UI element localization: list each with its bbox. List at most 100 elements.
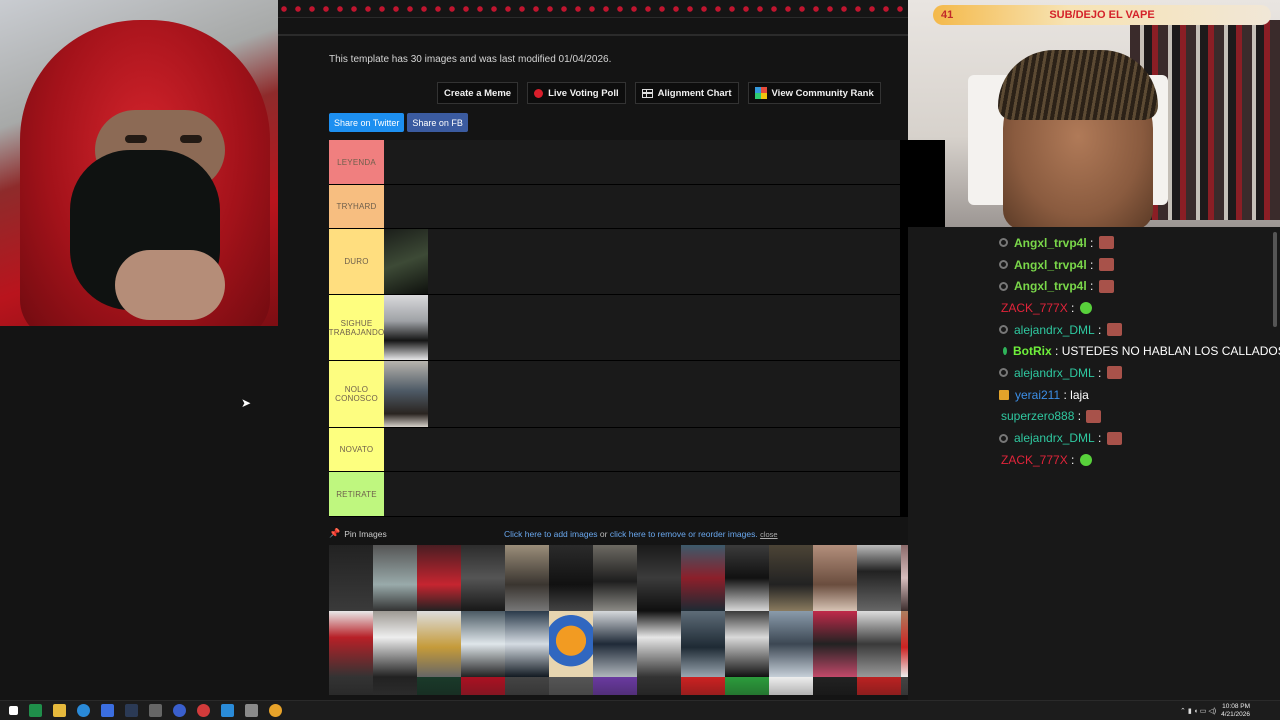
bank-image[interactable]	[813, 545, 857, 611]
tier-image[interactable]	[384, 361, 428, 427]
webcam-right-hair	[998, 50, 1158, 120]
bank-image[interactable]	[461, 611, 505, 677]
bank-image[interactable]	[461, 545, 505, 611]
bank-image[interactable]	[681, 545, 725, 611]
chat-user[interactable]: ZACK_777X	[1001, 301, 1068, 315]
bank-image[interactable]	[417, 611, 461, 677]
chat-user[interactable]: Angxl_trvp4l	[1014, 258, 1087, 272]
community-rank-button[interactable]: View Community Rank	[747, 82, 881, 104]
bank-image[interactable]	[549, 545, 593, 611]
chat-user[interactable]: alejandrx_DML	[1014, 431, 1095, 445]
add-images-link[interactable]: Click here to add images	[504, 529, 598, 539]
bank-image[interactable]	[549, 611, 593, 677]
create-meme-button[interactable]: Create a Meme	[437, 82, 519, 104]
bank-image[interactable]	[329, 545, 373, 611]
bank-image[interactable]	[857, 545, 901, 611]
tier-label[interactable]: SIGHUE TRABAJANDO	[329, 295, 384, 360]
edge-icon[interactable]	[77, 704, 90, 717]
discord-icon[interactable]	[173, 704, 186, 717]
app-icon[interactable]	[101, 704, 114, 717]
windows-start-icon[interactable]	[9, 706, 18, 715]
bank-image[interactable]	[637, 545, 681, 611]
steam-icon[interactable]	[125, 704, 138, 717]
clock[interactable]: 10:08 PM 4/21/2026	[1221, 703, 1250, 719]
excel-icon[interactable]	[29, 704, 42, 717]
bank-image[interactable]	[505, 611, 549, 677]
pin-images-toggle[interactable]: 📌 Pin Images	[329, 528, 387, 539]
bank-image[interactable]	[857, 611, 901, 677]
badge-icon	[999, 433, 1008, 443]
tier-dropzone[interactable]	[384, 229, 900, 294]
chat-user[interactable]: Angxl_trvp4l	[1014, 236, 1087, 250]
store-icon[interactable]	[221, 704, 234, 717]
share-facebook-button[interactable]: Share on FB	[407, 113, 468, 132]
bank-image[interactable]	[461, 677, 505, 695]
close-link[interactable]: close	[760, 530, 778, 539]
tier-label[interactable]: TRYHARD	[329, 185, 384, 228]
bank-image[interactable]	[329, 677, 373, 695]
bank-image[interactable]	[725, 677, 769, 695]
bank-image[interactable]	[329, 611, 373, 677]
tier-label[interactable]: RETIRATE	[329, 472, 384, 516]
tier-dropzone[interactable]	[384, 295, 900, 360]
bank-image[interactable]	[813, 677, 857, 695]
tray-icons[interactable]: ⌃ ▮ ◖ ▭ ◁)	[1180, 707, 1216, 715]
bank-image[interactable]	[637, 677, 681, 695]
pen-icon[interactable]	[149, 704, 162, 717]
emote-icon	[1106, 323, 1122, 337]
bank-image[interactable]	[769, 545, 813, 611]
create-meme-label: Create a Meme	[444, 87, 512, 99]
bank-image[interactable]	[725, 545, 769, 611]
chat-user[interactable]: alejandrx_DML	[1014, 323, 1095, 337]
bank-image[interactable]	[593, 677, 637, 695]
tier-label[interactable]: NOLO CONOSCO	[329, 361, 384, 427]
alignment-chart-button[interactable]: Alignment Chart	[634, 82, 739, 104]
chat-user[interactable]: Angxl_trvp4l	[1014, 279, 1087, 293]
chat-scrollbar[interactable]	[1273, 232, 1277, 327]
bank-image[interactable]	[417, 545, 461, 611]
bank-image[interactable]	[769, 677, 813, 695]
tier-dropzone[interactable]	[384, 185, 900, 228]
folder-icon[interactable]	[53, 704, 66, 717]
bank-image[interactable]	[637, 611, 681, 677]
bank-image[interactable]	[373, 545, 417, 611]
tier-image[interactable]	[384, 229, 428, 294]
mouse-cursor-icon: ➤	[241, 396, 252, 410]
bank-image[interactable]	[813, 611, 857, 677]
chat-user[interactable]: ZACK_777X	[1001, 453, 1068, 467]
tier-label[interactable]: DURO	[329, 229, 384, 294]
tier-dropzone[interactable]	[384, 361, 900, 427]
bank-image[interactable]	[593, 611, 637, 677]
tier-label[interactable]: NOVATO	[329, 428, 384, 471]
tier-label[interactable]: LEYENDA	[329, 140, 384, 184]
bank-image[interactable]	[505, 677, 549, 695]
live-poll-label: Live Voting Poll	[548, 87, 619, 99]
bank-image[interactable]	[593, 545, 637, 611]
live-voting-poll-button[interactable]: Live Voting Poll	[527, 82, 626, 104]
tier-dropzone[interactable]	[384, 140, 900, 184]
bank-image[interactable]	[417, 677, 461, 695]
bank-image[interactable]	[373, 677, 417, 695]
bank-image[interactable]	[505, 545, 549, 611]
badge-icon	[999, 325, 1008, 335]
bank-image[interactable]	[857, 677, 901, 695]
chat-user[interactable]: yerai211	[1015, 388, 1060, 402]
bank-image[interactable]	[373, 611, 417, 677]
chat-user[interactable]: superzero888	[1001, 409, 1074, 423]
bank-image[interactable]	[725, 611, 769, 677]
bank-image[interactable]	[549, 677, 593, 695]
chrome-icon[interactable]	[269, 704, 282, 717]
tier-dropzone[interactable]	[384, 428, 900, 471]
bank-image[interactable]	[681, 611, 725, 677]
chat-user[interactable]: BotRix	[1013, 344, 1052, 358]
shield-icon[interactable]	[245, 704, 258, 717]
tier-dropzone[interactable]	[384, 472, 900, 516]
bank-image[interactable]	[769, 611, 813, 677]
obs-icon[interactable]	[197, 704, 210, 717]
chat-user[interactable]: alejandrx_DML	[1014, 366, 1095, 380]
remove-images-link[interactable]: click here to remove or reorder images.	[610, 529, 758, 539]
record-icon	[534, 88, 544, 98]
tier-image[interactable]	[384, 295, 428, 360]
bank-image[interactable]	[681, 677, 725, 695]
share-twitter-button[interactable]: Share on Twitter	[329, 113, 405, 132]
